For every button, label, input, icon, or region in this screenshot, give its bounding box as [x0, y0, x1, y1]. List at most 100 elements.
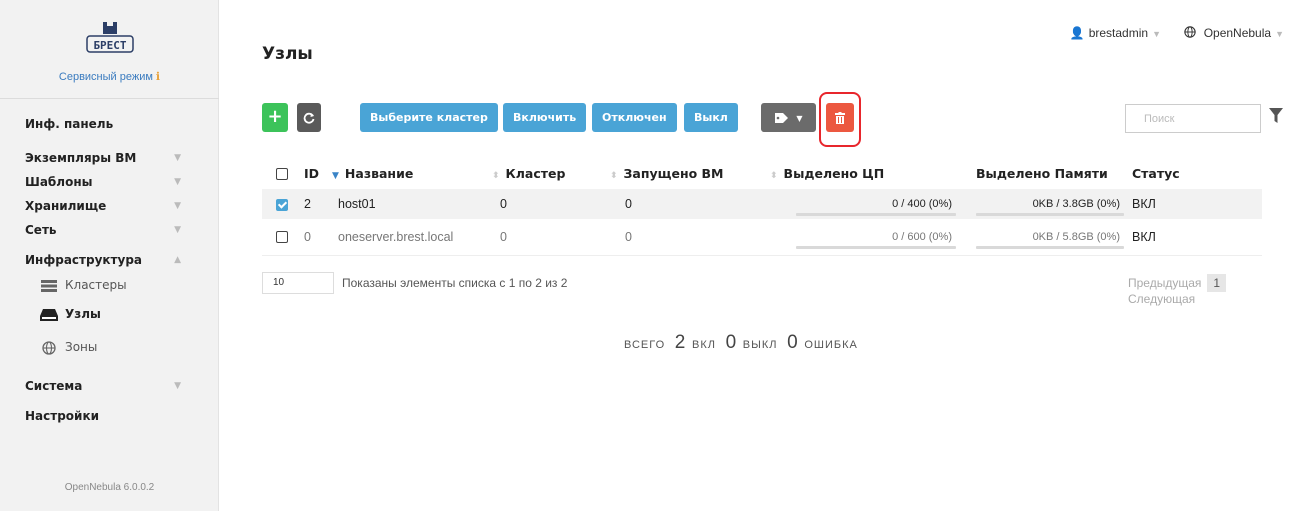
column-label: Выделено Памяти — [976, 165, 1108, 181]
labels-dropdown-button[interactable]: ▼ — [761, 103, 816, 132]
summary-total-count: 2 — [674, 332, 686, 353]
tag-icon — [774, 113, 788, 123]
row-checkbox[interactable] — [276, 231, 288, 244]
summary-error-label: ОШИБКА — [804, 339, 858, 351]
sidebar-item-label: Зоны — [65, 340, 98, 354]
select-all-cell[interactable] — [262, 157, 304, 189]
sidebar-item-network[interactable]: Сеть ▼ — [0, 218, 219, 242]
cell-id: 2 — [304, 189, 332, 219]
service-mode-link[interactable]: Сервисный режим ℹ — [0, 70, 219, 83]
sidebar-item-infrastructure[interactable]: Инфраструктура ▲ — [0, 248, 219, 272]
column-label: Кластер — [505, 165, 566, 181]
table-row[interactable]: 0 oneserver.brest.local 0 0 0 / 600 (0%)… — [262, 219, 1262, 256]
chevron-down-icon: ▼ — [1275, 29, 1284, 39]
row-checkbox-checked[interactable] — [276, 198, 288, 211]
sidebar-item-storage[interactable]: Хранилище ▼ — [0, 194, 219, 218]
cell-id: 0 — [304, 219, 332, 256]
current-page-button[interactable]: 1 — [1207, 274, 1227, 292]
summary-on-count: 0 — [725, 332, 737, 353]
memory-usage-bar: 0KB / 5.8GB (0%) — [976, 231, 1124, 249]
user-menu[interactable]: 👤 brestadmin ▼ — [1066, 26, 1161, 40]
pagination: Предыдущая 1 Следующая — [1128, 274, 1296, 306]
hdd-icon — [40, 298, 58, 331]
user-icon: 👤 — [1069, 26, 1085, 40]
sidebar-item-settings[interactable]: Настройки — [0, 404, 219, 428]
sidebar-item-vms[interactable]: Экземпляры ВМ ▼ — [0, 146, 219, 170]
globe-icon — [1184, 26, 1199, 40]
column-label: Название — [344, 165, 414, 181]
refresh-icon — [303, 112, 315, 124]
sidebar-item-label: Инф. панель — [25, 117, 114, 131]
sidebar-item-zones[interactable]: Зоны — [0, 331, 219, 364]
cell-running-vms: 0 — [610, 219, 770, 256]
off-button[interactable]: Выкл — [684, 103, 738, 132]
sidebar-item-label: Узлы — [65, 307, 101, 321]
column-header-status[interactable]: Статус — [1132, 157, 1262, 189]
column-header-id[interactable]: ID — [304, 157, 332, 189]
cell-status: ВКЛ — [1132, 189, 1262, 219]
column-header-allocated-memory[interactable]: Выделено Памяти — [962, 157, 1132, 189]
delete-button[interactable] — [826, 103, 854, 132]
sidebar-item-label: Экземпляры ВМ — [25, 151, 137, 165]
disable-button[interactable]: Отключен — [592, 103, 677, 132]
chevron-down-icon: ▼ — [174, 153, 181, 163]
sidebar-item-dashboard[interactable]: Инф. панель — [0, 112, 219, 136]
sort-icon: ⬍ — [770, 170, 778, 181]
sidebar-item-hosts[interactable]: Узлы — [0, 298, 219, 331]
summary-on-label: ВКЛ — [691, 339, 716, 351]
cell-cluster: 0 — [492, 189, 610, 219]
page-size-select[interactable]: 10 — [262, 272, 334, 294]
sidebar-item-clusters[interactable]: Кластеры — [0, 272, 219, 298]
cell-running-vms: 0 — [610, 189, 770, 219]
column-label: ID — [304, 165, 320, 181]
sidebar-item-templates[interactable]: Шаблоны ▼ — [0, 170, 219, 194]
sidebar-item-label: Кластеры — [65, 278, 127, 292]
showing-info: Показаны элементы списка с 1 по 2 из 2 — [342, 276, 568, 290]
chevron-down-icon: ▼ — [174, 225, 181, 235]
column-header-name[interactable]: ▼ Название — [332, 157, 492, 189]
sidebar-item-label: Шаблоны — [25, 175, 93, 189]
globe-icon — [40, 331, 58, 364]
sort-icon: ⬍ — [492, 170, 500, 181]
column-header-running-vms[interactable]: ⬍ Запущено ВМ — [610, 157, 770, 189]
info-icon[interactable]: ℹ — [156, 71, 160, 83]
sidebar-item-system[interactable]: Система ▼ — [0, 374, 219, 398]
prev-page-button[interactable]: Предыдущая — [1128, 276, 1201, 290]
sidebar-item-label: Настройки — [25, 409, 100, 423]
refresh-button[interactable] — [297, 103, 321, 132]
column-header-allocated-cpu[interactable]: ⬍ Выделено ЦП — [770, 157, 962, 189]
filter-icon[interactable] — [1269, 108, 1283, 124]
username: brestadmin — [1088, 26, 1149, 40]
enable-label: Включить — [513, 111, 577, 124]
row-select-cell[interactable] — [262, 189, 304, 219]
row-select-cell[interactable] — [262, 219, 304, 256]
select-cluster-label: Выберите кластер — [370, 111, 488, 124]
trash-icon — [835, 112, 845, 124]
zone-menu[interactable]: OpenNebula ▼ — [1180, 26, 1284, 40]
enable-button[interactable]: Включить — [503, 103, 587, 132]
table-header: ID ▼ Название ⬍ Кластер ⬍ Запущено ВМ ⬍ Выде… — [262, 157, 1262, 189]
summary-total-label: ВСЕГО — [624, 339, 666, 351]
service-mode-label[interactable]: Сервисный режим — [59, 71, 153, 83]
column-label: Выделено ЦП — [783, 165, 885, 181]
next-page-button[interactable]: Следующая — [1128, 292, 1195, 306]
cell-name: host01 — [332, 189, 492, 219]
sidebar: БРЕСТ Сервисный режим ℹ Инф. панель Экзем… — [0, 0, 219, 511]
cell-cluster: 0 — [492, 219, 610, 256]
chevron-down-icon: ▼ — [174, 177, 181, 187]
select-all-checkbox[interactable] — [276, 168, 288, 180]
add-button[interactable]: + — [262, 103, 288, 132]
top-bar: 👤 brestadmin ▼ OpenNebula ▼ — [1050, 26, 1284, 40]
column-header-cluster[interactable]: ⬍ Кластер — [492, 157, 610, 189]
off-label: Выкл — [694, 111, 728, 124]
chevron-down-icon: ▼ — [796, 114, 803, 123]
cpu-usage-bar: 0 / 600 (0%) — [796, 231, 956, 249]
search-input[interactable] — [1125, 104, 1261, 133]
memory-usage-bar: 0KB / 3.8GB (0%) — [976, 198, 1124, 216]
sidebar-menu: Инф. панель Экземпляры ВМ ▼ Шаблоны ▼ Хран… — [0, 112, 219, 428]
version-label: OpenNebula 6.0.0.2 — [64, 482, 155, 493]
disable-label: Отключен — [602, 111, 667, 124]
select-cluster-button[interactable]: Выберите кластер — [360, 103, 498, 132]
sort-icon: ⬍ — [610, 170, 618, 181]
table-row[interactable]: 2 host01 0 0 0 / 400 (0%) 0KB / 3.8GB (0… — [262, 189, 1262, 219]
